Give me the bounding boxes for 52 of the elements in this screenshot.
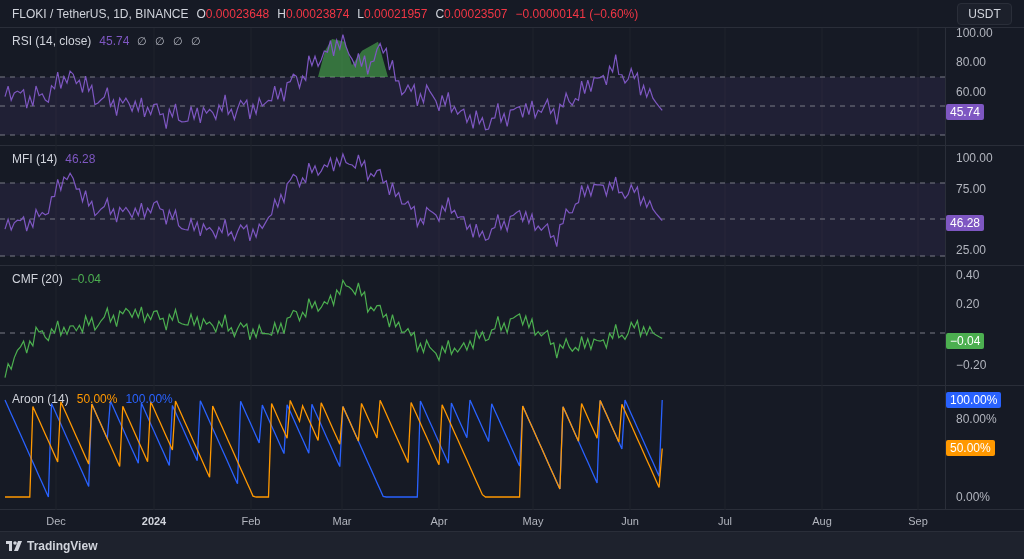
price-label: 45.74 [946, 104, 985, 120]
axis-label: 100.00 [956, 151, 993, 165]
time-axis-label: May [522, 514, 544, 528]
time-axis-label: Apr [430, 514, 448, 528]
logo-icon [6, 540, 22, 551]
currency-button[interactable]: USDT [957, 2, 1012, 25]
time-axis-label: Aug [812, 514, 832, 528]
axis-label: 60.00 [956, 85, 987, 99]
symbol-title: FLOKI / TetherUS, 1D, BINANCE [12, 5, 189, 23]
hidden-value-symbol: ∅ [155, 33, 166, 49]
axis-label: 80.00% [956, 412, 997, 426]
indicator-value: 46.28 [65, 151, 96, 168]
ohlc-label: C [435, 5, 445, 23]
price-label: −0.04 [946, 333, 985, 349]
axis-label: −0.20 [956, 358, 987, 372]
price-change: −0.00000141 (−0.60%) [515, 5, 639, 23]
price-label: 50.00% [946, 440, 995, 456]
indicator-value: 100.00% [125, 391, 173, 408]
time-axis-label: Feb [241, 514, 261, 528]
axis-label: 100.00 [956, 26, 993, 40]
axis-label: 25.00 [956, 243, 987, 257]
axis-label: 0.20 [956, 297, 980, 311]
indicator-title: Aroon (14) [12, 391, 69, 408]
time-axis-label: 2024 [141, 514, 167, 528]
brand-name: TradingView [27, 537, 98, 555]
time-axis-label: Mar [332, 514, 352, 528]
price-label: 100.00% [946, 392, 1002, 408]
indicator-value: −0.04 [70, 271, 102, 288]
ohlc-label: L [357, 5, 365, 23]
axis-label: 0.40 [956, 268, 980, 282]
time-axis-label: Jun [621, 514, 639, 528]
ohlc-label: H [277, 5, 286, 23]
ohlc-value: 0.00021957 [364, 5, 428, 23]
hidden-value-symbol: ∅ [191, 33, 202, 49]
axis-label: 0.00% [956, 490, 991, 504]
indicator-value: 45.74 [99, 33, 130, 50]
hidden-value-symbol: ∅ [137, 33, 148, 49]
time-axis-label: Jul [717, 514, 733, 528]
indicator-value: 50.00% [76, 391, 118, 408]
indicator-title: MFI (14) [12, 151, 58, 168]
axis-label: 75.00 [956, 182, 987, 196]
indicator-title: CMF (20) [12, 271, 63, 288]
price-label: 46.28 [946, 215, 985, 231]
ohlc-value: 0.00023874 [285, 5, 350, 23]
ohlc-value: 0.00023507 [444, 5, 508, 23]
indicator-title: RSI (14, close) [12, 33, 92, 50]
time-axis-label: Dec [46, 514, 66, 528]
time-axis-label: Sep [908, 514, 928, 528]
ohlc-label: O [196, 5, 206, 23]
hidden-value-symbol: ∅ [173, 33, 184, 49]
axis-label: 80.00 [956, 55, 987, 69]
ohlc-value: 0.00023648 [205, 5, 270, 23]
